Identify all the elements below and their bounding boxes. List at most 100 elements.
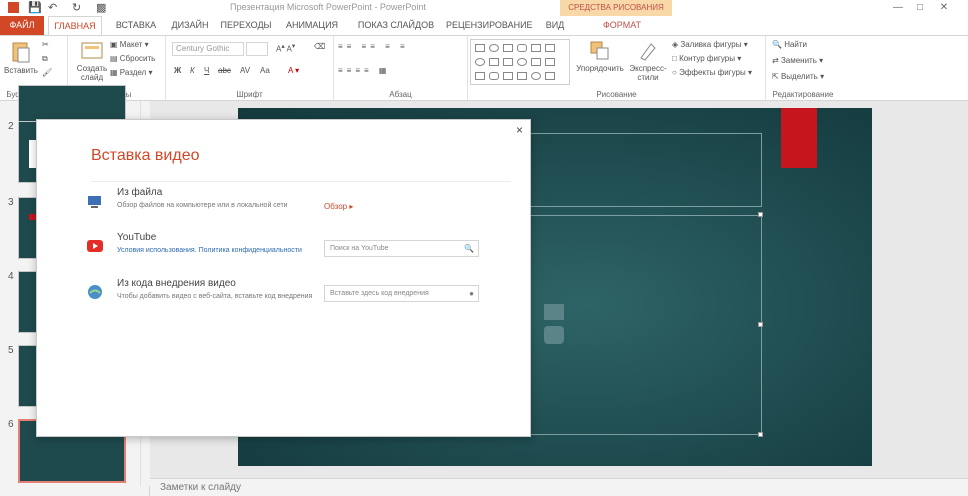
undo-icon[interactable]: ↶ [48,1,57,15]
youtube-search-input[interactable]: Поиск на YouTube 🔍 [324,240,479,257]
search-icon[interactable]: 🔍 [464,241,474,256]
paste-button[interactable]: Вставить [4,40,38,75]
drawing-label: Рисование [596,90,637,99]
paste-icon [12,42,30,63]
embed-code-input[interactable]: Вставьте здесь код внедрения ● [324,285,479,302]
layout-button[interactable]: ▣ Макет ▾ [110,40,149,49]
editing-group: 🔍 Найти ⇄ Заменить ▾ ⇱ Выделить ▾ Редакт… [766,36,840,100]
youtube-title: YouTube [117,232,157,243]
new-slide-button[interactable]: Создать слайд [72,40,112,82]
save-icon[interactable]: 💾 [28,1,42,15]
font-size-select[interactable] [246,42,268,56]
shape-item[interactable] [517,72,527,80]
clear-format-icon[interactable]: ⌫ [314,42,325,51]
close-icon[interactable]: × [516,123,523,137]
tab-file[interactable]: ФАЙЛ [0,16,44,35]
spacing-icon[interactable]: AV [240,66,250,75]
slide-number: 3 [8,197,14,208]
tab-insert[interactable]: ВСТАВКА [106,16,166,35]
reset-button[interactable]: ▤ Сбросить [110,54,155,63]
grow-font-icon[interactable]: A▴ A▾ [276,42,295,54]
strikethrough-button[interactable]: abc [218,66,231,75]
shape-item[interactable] [503,44,513,52]
shape-fill-button[interactable]: ◈ Заливка фигуры ▾ [672,40,748,49]
tab-view[interactable]: ВИД [540,16,570,35]
arrange-button[interactable]: Упорядочить [576,40,624,73]
start-from-beginning-icon[interactable]: ▩ [96,1,106,15]
youtube-icon [87,240,103,252]
drawing-tools-context-tab: СРЕДСТВА РИСОВАНИЯ [560,0,672,16]
shape-item[interactable] [503,58,513,66]
insert-arrow-icon[interactable]: ● [469,286,474,301]
maximize-icon[interactable]: □ [910,0,930,16]
powerpoint-logo-icon [8,1,20,15]
shape-item[interactable] [503,72,513,80]
title-placeholder[interactable] [520,133,762,207]
bold-button[interactable]: Ж [174,66,181,75]
resize-handle[interactable] [758,212,763,217]
underline-button[interactable]: Ч [204,66,209,75]
shape-item[interactable] [489,58,499,66]
font-group: Century Gothic A▴ A▾ ⌫ Ж К Ч abc AV Aa A… [166,36,334,100]
shape-item[interactable] [475,58,485,66]
shape-outline-button[interactable]: □ Контур фигуры ▾ [672,54,741,63]
browse-button[interactable]: Обзор ▸ [324,202,353,211]
globe-icon [88,285,102,299]
shape-item[interactable] [531,44,541,52]
tab-transitions[interactable]: ПЕРЕХОДЫ [218,16,274,35]
tab-home[interactable]: ГЛАВНАЯ [48,16,102,35]
resize-handle[interactable] [758,432,763,437]
quick-styles-button[interactable]: Экспресс-стили [628,40,668,82]
shape-item[interactable] [531,58,541,66]
slide-number: 4 [8,271,14,282]
shape-item[interactable] [489,44,499,52]
new-slide-icon [81,42,103,59]
tab-animation[interactable]: АНИМАЦИЯ [282,16,342,35]
font-name-select[interactable]: Century Gothic [172,42,244,56]
shape-item[interactable] [517,58,527,66]
resize-handle[interactable] [758,322,763,327]
insert-video-icon [544,304,564,344]
shape-effects-button[interactable]: ○ Эффекты фигуры ▾ [672,68,752,77]
paragraph-group: ≡≡ ≡≡ ≡ ≡ ≡≡≡≡ ▦ Абзац [334,36,468,100]
italic-button[interactable]: К [190,66,195,75]
dialog-separator [91,181,511,182]
replace-button[interactable]: ⇄ Заменить ▾ [772,56,823,65]
tab-review[interactable]: РЕЦЕНЗИРОВАНИЕ [446,16,533,35]
slide-number: 5 [8,345,14,356]
shape-item[interactable] [517,44,527,52]
list-icons[interactable]: ≡≡ ≡≡ ≡ ≡ [338,42,409,51]
shape-item[interactable] [531,72,541,80]
redo-icon[interactable]: ↻ [72,1,81,15]
minimize-icon[interactable]: — [888,0,908,16]
shape-item[interactable] [489,72,499,80]
section-button[interactable]: ▦ Раздел ▾ [110,68,152,77]
from-file-title: Из файла [117,187,163,198]
shape-item[interactable] [475,44,485,52]
document-title: Презентация Microsoft PowerPoint - Power… [230,2,426,12]
select-button[interactable]: ⇱ Выделить ▾ [772,72,824,81]
cut-icon[interactable]: ✂ [42,40,49,49]
notes-bar[interactable]: Заметки к слайду [150,478,968,496]
find-button[interactable]: 🔍 Найти [772,40,807,49]
format-painter-icon[interactable]: 🖌 [42,68,52,77]
tab-format[interactable]: ФОРМАТ [594,16,650,35]
close-window-icon[interactable]: ✕ [934,0,954,16]
insert-media-icons[interactable] [542,302,568,353]
tab-slideshow[interactable]: ПОКАЗ СЛАЙДОВ [352,16,440,35]
font-color-icon[interactable]: A ▾ [288,66,299,75]
copy-icon[interactable]: ⧉ [42,54,48,64]
shapes-gallery[interactable] [470,39,570,85]
ribbon: Вставить ✂ ⧉ 🖌 Буфер обмена Создать слай… [0,35,968,101]
shape-item[interactable] [545,72,555,80]
youtube-terms-link[interactable]: Условия использования. Политика конфиден… [117,246,317,256]
case-icon[interactable]: Aa [260,66,270,75]
tab-design[interactable]: ДИЗАЙН [166,16,214,35]
shape-item[interactable] [475,72,485,80]
shape-item[interactable] [545,44,555,52]
slide-number: 6 [8,419,14,430]
shape-item[interactable] [545,58,555,66]
from-file-description: Обзор файлов на компьютере или в локальн… [117,202,288,209]
slide-number: 2 [8,121,14,132]
align-icons[interactable]: ≡≡≡≡ ▦ [338,66,390,75]
